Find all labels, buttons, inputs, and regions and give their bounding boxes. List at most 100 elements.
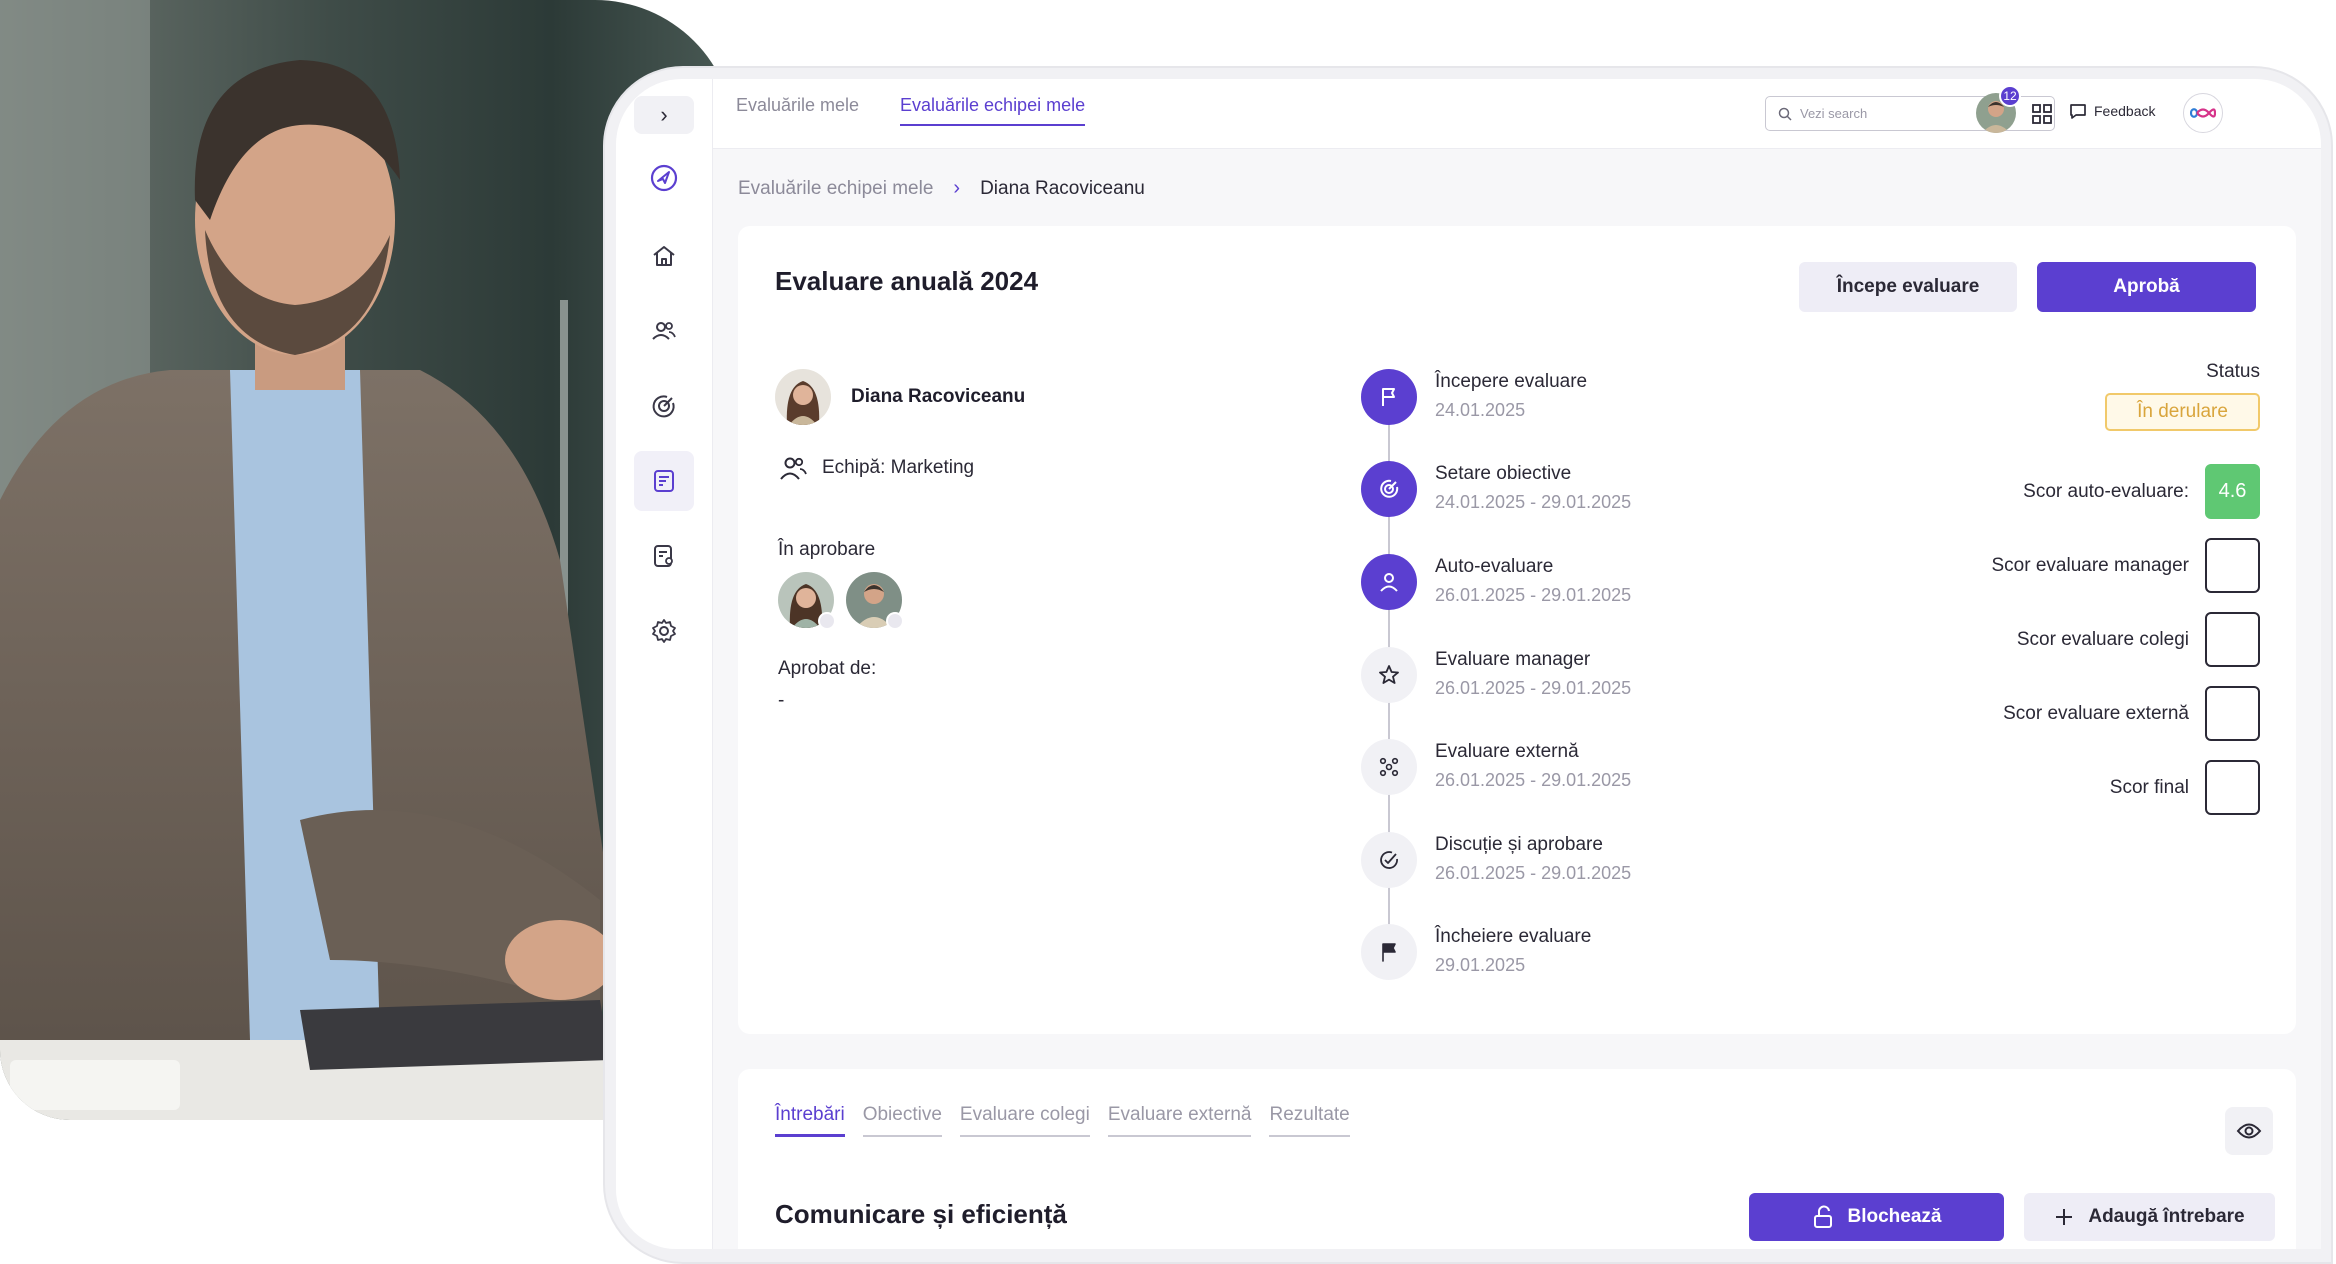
tab-team-evaluations[interactable]: Evaluările echipei mele	[900, 95, 1086, 126]
tab-questions[interactable]: Întrebări	[775, 1104, 845, 1137]
lock-button[interactable]: Blochează	[1749, 1193, 2004, 1241]
preview-button[interactable]	[2225, 1107, 2273, 1155]
rocket-icon	[650, 164, 678, 192]
start-evaluation-button[interactable]: Începe evaluare	[1799, 262, 2017, 312]
timeline-step-date: 26.01.2025 - 29.01.2025	[1435, 770, 1632, 790]
score-peers: Scor evaluare colegi	[2017, 612, 2260, 667]
approver-avatar[interactable]	[846, 572, 904, 630]
timeline-step[interactable]: Setare obiective 24.01.2025 - 29.01.2025	[1361, 461, 1861, 521]
score-label: Scor evaluare colegi	[2016, 628, 2189, 650]
timeline-step[interactable]: Încheiere evaluare 29.01.2025	[1361, 924, 1861, 984]
evaluation-card: Evaluare anuală 2024 Începe evaluare Apr…	[738, 226, 2296, 1034]
team-icon	[780, 457, 807, 480]
timeline-step[interactable]: Discuție și aprobare 26.01.2025 - 29.01.…	[1361, 832, 1861, 892]
users-icon	[652, 322, 676, 340]
score-value-box[interactable]	[2205, 760, 2260, 815]
breadcrumb-current: Diana Racoviceanu	[980, 177, 1145, 199]
team-label: Echipă: Marketing	[822, 457, 975, 478]
score-value-box: 4.6	[2205, 464, 2260, 519]
unlock-icon	[1813, 1205, 1832, 1228]
timeline-step[interactable]: Începere evaluare 24.01.2025	[1361, 369, 1861, 429]
score-value-box[interactable]	[2205, 686, 2260, 741]
network-icon	[1361, 739, 1417, 795]
score-value-box[interactable]	[2205, 538, 2260, 593]
sidebar-item-settings[interactable]	[634, 601, 694, 661]
timeline-step-name: Evaluare manager	[1435, 649, 1591, 670]
flag-outline-icon	[1361, 369, 1417, 425]
score-label: Scor evaluare externă	[2003, 702, 2189, 724]
feedback-icon	[2070, 104, 2086, 119]
infinity-logo-icon	[2190, 108, 2216, 118]
status-label: Status	[2206, 361, 2260, 382]
check-circle-icon	[1361, 832, 1417, 888]
evaluation-icon	[654, 470, 674, 492]
sidebar-expand-button[interactable]: ›	[634, 96, 694, 134]
sidebar-item-objectives[interactable]	[634, 376, 694, 436]
notification-badge[interactable]: 12	[1999, 85, 2021, 107]
score-final: Scor final	[2110, 760, 2260, 815]
tab-peer-evaluation[interactable]: Evaluare colegi	[959, 1104, 1090, 1137]
timeline-step-name: Discuție și aprobare	[1435, 834, 1603, 855]
user-icon	[1361, 554, 1417, 610]
sidebar-item-people[interactable]	[634, 301, 694, 361]
tab-results[interactable]: Rezultate	[1269, 1104, 1350, 1137]
timeline-step-name: Evaluare externă	[1435, 741, 1579, 762]
feedback-label: Feedback	[2094, 103, 2156, 119]
approver-avatar[interactable]	[778, 572, 836, 630]
target-icon	[1361, 461, 1417, 517]
approval-label: În aprobare	[778, 539, 876, 560]
timeline-step-date: 24.01.2025 - 29.01.2025	[1435, 492, 1632, 512]
evaluation-subtabs: Întrebări Obiective Evaluare colegi Eval…	[775, 1104, 1350, 1137]
timeline-step-date: 24.01.2025	[1435, 400, 1526, 420]
questions-card: Întrebări Obiective Evaluare colegi Eval…	[738, 1069, 2296, 1249]
chevron-right-icon: ›	[660, 102, 668, 127]
avatar-image	[775, 369, 831, 425]
timeline-step-name: Auto-evaluare	[1435, 556, 1554, 577]
pending-status-dot	[818, 612, 836, 630]
approved-by-label: Aprobat de:	[778, 658, 877, 679]
status-badge: În derulare	[2105, 393, 2260, 431]
employee-name: Diana Racoviceanu	[851, 386, 1026, 407]
sidebar-item-home[interactable]	[634, 226, 694, 286]
report-search-icon	[654, 545, 673, 567]
approve-button[interactable]: Aprobă	[2037, 262, 2256, 312]
gear-icon	[652, 619, 676, 643]
employee-info: Diana Racoviceanu	[775, 369, 1025, 425]
add-question-label: Adaugă întrebare	[2088, 1206, 2245, 1227]
brand-logo[interactable]	[2183, 93, 2223, 133]
sidebar: ›	[616, 79, 713, 1249]
score-value-box[interactable]	[2205, 612, 2260, 667]
approvers-list	[778, 572, 904, 630]
timeline-step-date: 29.01.2025	[1435, 955, 1526, 975]
tab-external-evaluation[interactable]: Evaluare externă	[1107, 1104, 1252, 1137]
lock-button-label: Blochează	[1847, 1206, 1942, 1227]
employee-avatar	[775, 369, 831, 425]
timeline-step-date: 26.01.2025 - 29.01.2025	[1435, 863, 1632, 883]
breadcrumb-parent[interactable]: Evaluările echipei mele	[738, 178, 933, 200]
team-info: Echipă: Marketing	[778, 455, 974, 481]
section-title: Comunicare și eficiență	[775, 1199, 1067, 1229]
timeline-step[interactable]: Evaluare manager 26.01.2025 - 29.01.2025	[1361, 647, 1861, 707]
sidebar-item-logo[interactable]	[634, 148, 694, 208]
topbar: Evaluările mele Evaluările echipei mele …	[713, 79, 2321, 149]
sidebar-item-reports[interactable]	[634, 526, 694, 586]
tab-my-evaluations[interactable]: Evaluările mele	[736, 95, 859, 124]
flag-filled-icon	[1361, 924, 1417, 980]
timeline-step[interactable]: Evaluare externă 26.01.2025 - 29.01.2025	[1361, 739, 1861, 799]
evaluation-title: Evaluare anuală 2024	[775, 266, 1039, 296]
timeline-step[interactable]: Auto-evaluare 26.01.2025 - 29.01.2025	[1361, 554, 1861, 614]
sidebar-item-evaluations[interactable]	[634, 451, 694, 511]
breadcrumb: Evaluările echipei mele › Diana Racovice…	[738, 177, 1145, 200]
home-icon	[653, 246, 675, 266]
target-icon	[652, 395, 675, 418]
score-manager: Scor evaluare manager	[1992, 538, 2260, 593]
timeline-step-date: 26.01.2025 - 29.01.2025	[1435, 678, 1632, 698]
star-icon	[1361, 647, 1417, 703]
apps-grid-icon[interactable]	[2031, 103, 2053, 125]
feedback-button[interactable]: Feedback	[2068, 101, 2155, 121]
plus-icon	[2056, 1209, 2073, 1225]
approved-by-value: -	[778, 690, 785, 711]
tab-objectives[interactable]: Obiective	[862, 1104, 942, 1137]
score-external: Scor evaluare externă	[2003, 686, 2260, 741]
add-question-button[interactable]: Adaugă întrebare	[2024, 1193, 2275, 1241]
